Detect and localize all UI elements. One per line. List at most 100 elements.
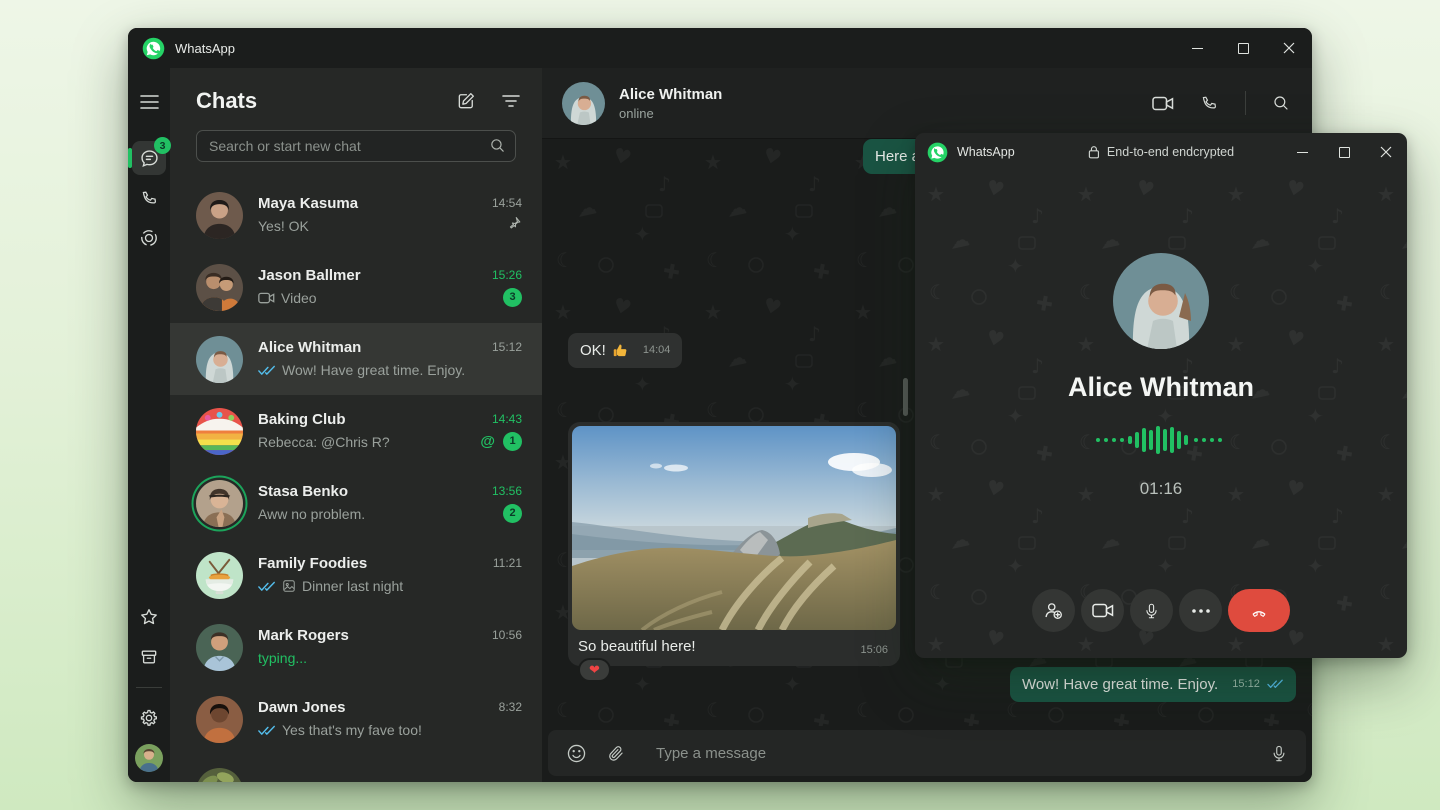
new-chat-button[interactable]: [456, 91, 476, 111]
add-participant-button[interactable]: [1032, 589, 1075, 632]
chat-preview: Wow! Have great time. Enjoy.: [282, 361, 465, 379]
lock-icon: [1088, 145, 1100, 159]
unread-badge: 1: [503, 432, 522, 451]
rail-divider: [136, 687, 162, 688]
filter-chats-button[interactable]: [502, 94, 520, 108]
gear-icon: [139, 708, 159, 728]
hamburger-icon: [140, 95, 159, 109]
messages-scrollbar-thumb[interactable]: [903, 378, 908, 416]
outgoing-message-wow[interactable]: Wow! Have great time. Enjoy. 15:12: [1010, 667, 1296, 702]
unread-badge: 3: [503, 288, 522, 307]
message-composer[interactable]: [548, 730, 1306, 776]
close-icon: [1283, 42, 1295, 54]
app-title: WhatsApp: [175, 41, 235, 56]
photo-mountain-landscape[interactable]: [572, 426, 896, 630]
chat-name: Maya Kasuma: [258, 195, 467, 213]
search-input[interactable]: [196, 130, 516, 162]
chat-name: Alice Whitman: [258, 339, 467, 357]
smiley-icon: [566, 743, 587, 764]
main-titlebar[interactable]: WhatsApp: [128, 28, 1312, 68]
voice-call-button[interactable]: [1200, 94, 1219, 113]
chats-unread-badge: 3: [154, 137, 171, 154]
message-input[interactable]: [654, 744, 1250, 763]
chat-list-item-jason[interactable]: Jason Ballmer Video 15:26 3: [170, 251, 542, 323]
chat-list-item-stasa[interactable]: Stasa Benko Aww no problem. 13:56 2: [170, 467, 542, 539]
chat-list-item-maya[interactable]: Maya Kasuma Yes! OK 14:54: [170, 179, 542, 251]
chat-list-item-alice[interactable]: Alice Whitman Wow! Have great time. Enjo…: [170, 323, 542, 395]
pinned-icon: [506, 215, 522, 236]
chat-time: 13:56: [492, 484, 522, 498]
chat-name: Mark Rogers: [258, 627, 467, 645]
contact-avatar[interactable]: [562, 82, 605, 125]
call-controls: [1032, 589, 1290, 632]
phone-icon: [1200, 94, 1219, 113]
heart-reaction[interactable]: ❤: [578, 658, 611, 682]
whatsapp-call-window: WhatsApp End-to-end endcrypted ★♥ ♪☁ ✦☾✚: [915, 133, 1407, 658]
close-button[interactable]: [1365, 133, 1407, 171]
my-profile-avatar[interactable]: [135, 744, 163, 772]
message-time: 14:04: [643, 341, 671, 360]
video-call-button[interactable]: [1152, 96, 1174, 111]
maximize-icon: [1238, 43, 1249, 54]
chat-preview: Yes that's my fave too!: [282, 721, 422, 739]
video-camera-icon: [1152, 96, 1174, 111]
voice-record-button[interactable]: [1270, 743, 1288, 764]
maximize-button[interactable]: [1220, 28, 1266, 68]
photo-caption: So beautiful here!: [578, 638, 696, 655]
chat-list-item-mark[interactable]: Mark Rogers typing... 10:56: [170, 611, 542, 683]
minimize-button[interactable]: [1281, 133, 1323, 171]
more-options-button[interactable]: [1179, 589, 1222, 632]
call-duration: 01:16: [1140, 479, 1183, 499]
chat-name: Dawn Jones: [258, 699, 467, 717]
status-icon: [139, 228, 159, 248]
close-button[interactable]: [1266, 28, 1312, 68]
chat-preview: Aww no problem.: [258, 505, 365, 523]
phone-icon: [140, 189, 159, 208]
star-icon: [139, 607, 159, 627]
incoming-message-ok[interactable]: OK! 14:04: [568, 333, 682, 368]
chat-list-item-family-foodies[interactable]: Family Foodies Dinner last night 11:21: [170, 539, 542, 611]
typing-indicator: typing...: [258, 649, 307, 667]
starred-messages-button[interactable]: [132, 600, 166, 634]
chat-preview: Yes! OK: [258, 217, 309, 235]
compose-icon: [456, 91, 476, 111]
end-call-button[interactable]: [1228, 589, 1290, 632]
read-receipt-icon: [1267, 679, 1284, 689]
chat-list-item-dawn[interactable]: Dawn Jones Yes that's my fave too! 8:32: [170, 683, 542, 755]
nav-chats-button[interactable]: 3: [132, 141, 166, 175]
nav-calls-button[interactable]: [132, 181, 166, 215]
ellipsis-icon: [1192, 609, 1210, 613]
menu-button[interactable]: [132, 85, 166, 119]
end-call-icon: [1247, 599, 1271, 623]
whatsapp-logo-icon: [142, 37, 165, 60]
nav-rail: 3: [128, 68, 170, 782]
conversation-header[interactable]: Alice Whitman online: [542, 68, 1312, 139]
chat-time: 11:21: [493, 556, 522, 570]
call-titlebar[interactable]: WhatsApp End-to-end endcrypted: [915, 133, 1407, 171]
avatar: [196, 552, 243, 599]
chat-list: Maya Kasuma Yes! OK 14:54: [170, 179, 542, 782]
chat-list-item-ziggy[interactable]: Ziggy Woodley 9:12: [170, 755, 542, 782]
camera-toggle-button[interactable]: [1081, 589, 1124, 632]
attach-button[interactable]: [607, 743, 626, 764]
incoming-photo-message[interactable]: So beautiful here! 15:06 ❤: [568, 422, 900, 666]
chat-list-item-baking-club[interactable]: Baking Club Rebecca: @Chris R? 14:43 @ 1: [170, 395, 542, 467]
mute-toggle-button[interactable]: [1130, 589, 1173, 632]
paperclip-icon: [607, 743, 626, 764]
voice-waveform: [1095, 425, 1227, 460]
search-in-chat-button[interactable]: [1272, 94, 1290, 112]
avatar: [196, 336, 243, 383]
settings-button[interactable]: [132, 701, 166, 735]
chat-time: 14:43: [492, 412, 522, 426]
emoji-button[interactable]: [566, 743, 587, 764]
minimize-button[interactable]: [1174, 28, 1220, 68]
chat-name: Jason Ballmer: [258, 267, 467, 285]
avatar: [196, 192, 243, 239]
active-indicator: [128, 148, 132, 168]
maximize-button[interactable]: [1323, 133, 1365, 171]
chats-panel: Chats: [170, 68, 542, 782]
unread-badge: 2: [503, 504, 522, 523]
archived-chats-button[interactable]: [132, 640, 166, 674]
nav-status-button[interactable]: [132, 221, 166, 255]
filter-icon: [502, 94, 520, 108]
